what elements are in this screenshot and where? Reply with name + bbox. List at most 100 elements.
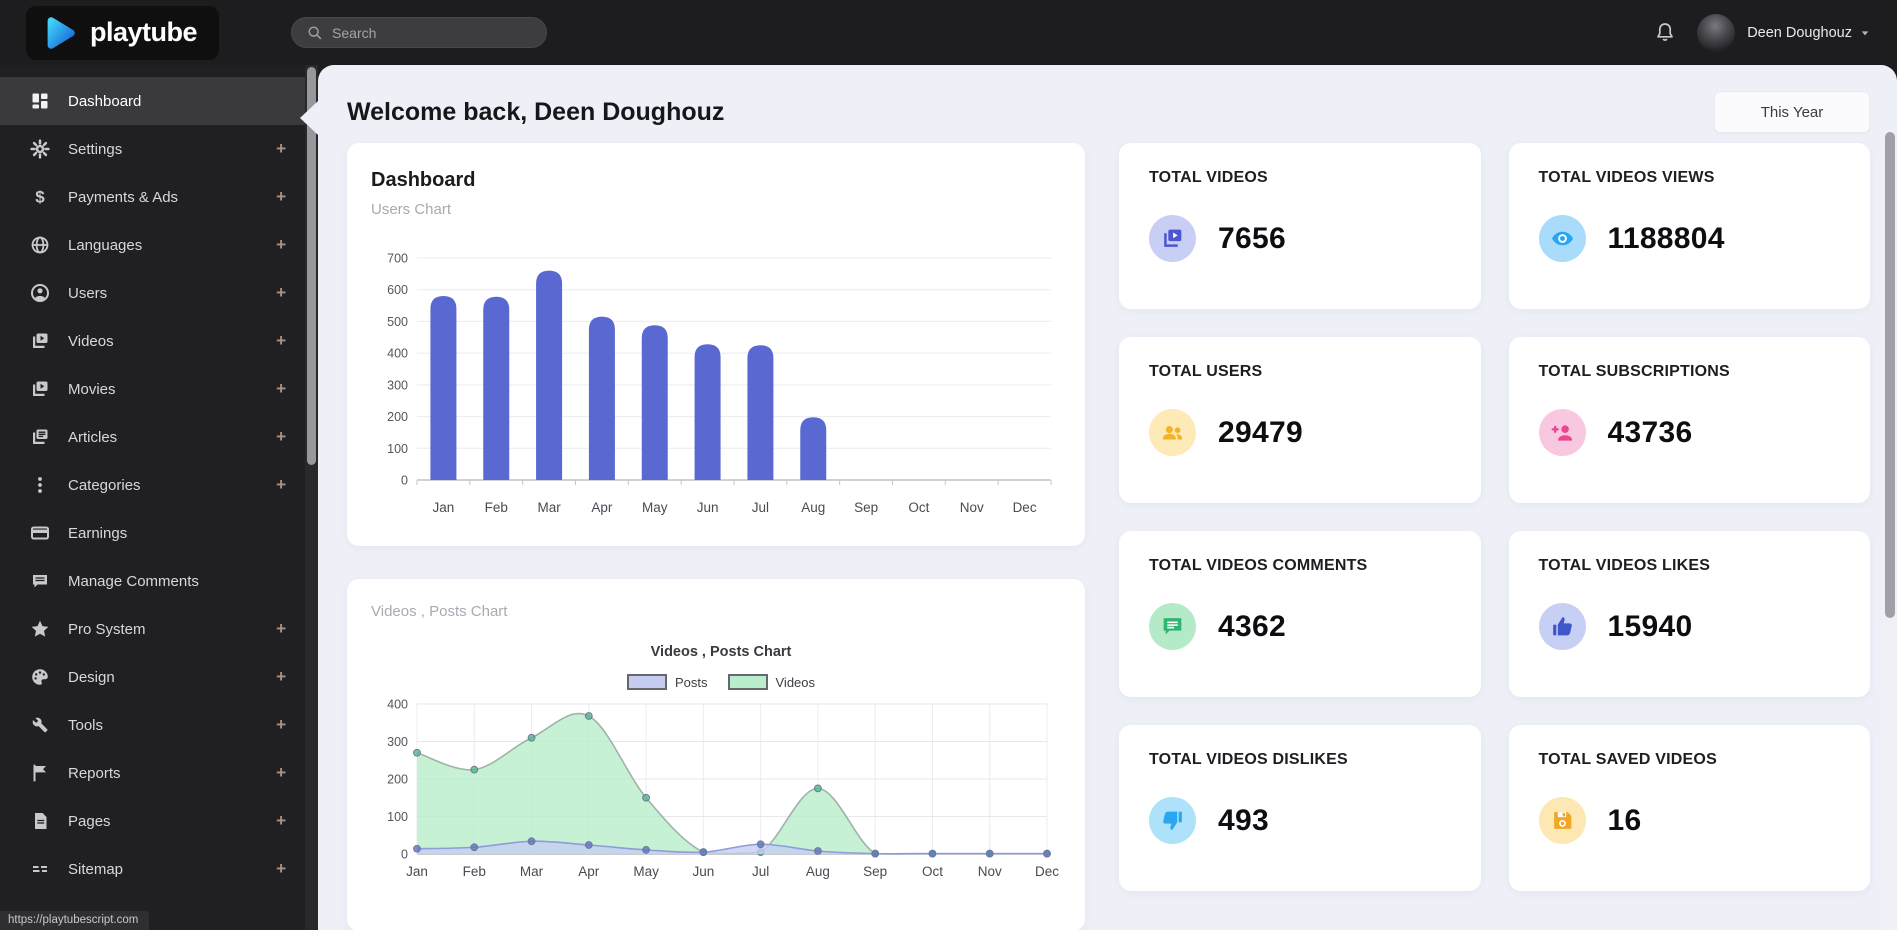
expand-plus-icon[interactable]: + xyxy=(276,619,286,639)
user-name[interactable]: Deen Doughouz xyxy=(1747,25,1852,41)
globe-icon xyxy=(30,235,50,255)
svg-text:0: 0 xyxy=(401,848,408,862)
stat-card-total-videos: TOTAL VIDEOS 7656 xyxy=(1119,143,1481,309)
stat-label: TOTAL VIDEOS xyxy=(1149,169,1268,186)
chevron-down-icon[interactable] xyxy=(1859,27,1871,39)
notifications-bell-icon[interactable] xyxy=(1653,21,1677,45)
sidebar-item-tools[interactable]: Tools + xyxy=(0,701,318,749)
stat-value: 4362 xyxy=(1218,609,1286,643)
svg-text:Feb: Feb xyxy=(485,500,508,515)
svg-text:300: 300 xyxy=(387,735,408,749)
video-stat-icon xyxy=(1149,215,1196,262)
svg-text:Feb: Feb xyxy=(463,864,486,879)
users-bar-chart: 0 100 200 300 400 500 600 700 Jan Feb Mar Apr May Jun… xyxy=(371,242,1071,528)
sidebar-item-categories[interactable]: Categories + xyxy=(0,461,318,509)
sidebar-scrollbar[interactable] xyxy=(305,65,318,930)
sidebar-item-payments-ads[interactable]: $ Payments & Ads + xyxy=(0,173,318,221)
legend-item-posts[interactable]: Posts xyxy=(626,674,708,690)
thumb-up-icon xyxy=(1538,603,1586,650)
sidebar-item-manage-comments[interactable]: Manage Comments xyxy=(0,557,318,605)
sitemap-icon xyxy=(30,859,50,879)
play-logo-icon xyxy=(38,12,80,54)
stat-label: TOTAL VIDEOS COMMENTS xyxy=(1149,557,1368,574)
users-group-icon xyxy=(1149,409,1196,456)
expand-plus-icon[interactable]: + xyxy=(276,139,286,159)
expand-plus-icon[interactable]: + xyxy=(276,715,286,735)
svg-text:Aug: Aug xyxy=(801,500,825,515)
chart-title: Videos , Posts Chart xyxy=(650,644,792,660)
svg-text:200: 200 xyxy=(387,410,408,424)
sidebar-item-articles[interactable]: Articles + xyxy=(0,413,318,461)
svg-text:May: May xyxy=(642,500,668,515)
card-subtitle: Videos , Posts Chart xyxy=(371,603,508,620)
svg-text:Apr: Apr xyxy=(578,864,600,879)
sidebar-item-languages[interactable]: Languages + xyxy=(0,221,318,269)
sidebar-item-label: Languages xyxy=(68,236,143,254)
expand-plus-icon[interactable]: + xyxy=(276,475,286,495)
sidebar-item-movies[interactable]: Movies + xyxy=(0,365,318,413)
sidebar-item-users[interactable]: Users + xyxy=(0,269,318,317)
legend-swatch xyxy=(626,674,667,690)
avatar[interactable] xyxy=(1697,13,1736,52)
eye-icon xyxy=(1538,215,1586,262)
sidebar-item-pages[interactable]: Pages + xyxy=(0,797,318,845)
svg-text:0: 0 xyxy=(401,474,408,488)
sidebar-item-sitemap[interactable]: Sitemap + xyxy=(0,845,318,893)
period-filter-button[interactable]: This Year xyxy=(1714,91,1870,133)
sidebar-item-label: Tools xyxy=(68,716,104,734)
expand-plus-icon[interactable]: + xyxy=(276,667,286,687)
sidebar-item-label: Settings xyxy=(68,140,123,158)
stat-label: TOTAL VIDEOS DISLIKES xyxy=(1149,751,1348,768)
sidebar-item-settings[interactable]: Settings + xyxy=(0,125,318,173)
sidebar-item-reports[interactable]: Reports + xyxy=(0,749,318,797)
expand-plus-icon[interactable]: + xyxy=(276,331,286,351)
main-scrollbar[interactable] xyxy=(1883,130,1897,930)
stat-value: 15940 xyxy=(1607,609,1693,643)
search-bar[interactable] xyxy=(291,17,548,48)
brand-logo[interactable]: playtube xyxy=(26,5,220,60)
svg-text:100: 100 xyxy=(387,442,408,456)
expand-plus-icon[interactable]: + xyxy=(276,187,286,207)
sidebar-item-videos[interactable]: Videos + xyxy=(0,317,318,365)
stat-label: TOTAL VIDEOS LIKES xyxy=(1538,557,1711,574)
star-icon xyxy=(30,619,50,639)
expand-plus-icon[interactable]: + xyxy=(276,379,286,399)
svg-text:Aug: Aug xyxy=(806,864,830,879)
main-scrollbar-thumb[interactable] xyxy=(1885,132,1895,618)
videos-posts-area-chart: 0 100 200 300 400 Jan Feb Mar Apr May Jun Jul Aug Sep… xyxy=(371,696,1071,888)
stat-value: 1188804 xyxy=(1607,221,1725,255)
thumb-down-icon xyxy=(1149,797,1196,844)
stat-card-total-videos-dislikes: TOTAL VIDEOS DISLIKES 493 xyxy=(1119,725,1481,891)
person-add-icon xyxy=(1538,409,1586,456)
svg-text:Jul: Jul xyxy=(752,864,769,879)
expand-plus-icon[interactable]: + xyxy=(276,283,286,303)
sidebar-item-design[interactable]: Design + xyxy=(0,653,318,701)
expand-plus-icon[interactable]: + xyxy=(276,427,286,447)
users-chart-card: Dashboard Users Chart 0 100 200 300 400 500 60… xyxy=(347,143,1085,546)
expand-plus-icon[interactable]: + xyxy=(276,763,286,783)
expand-plus-icon[interactable]: + xyxy=(276,859,286,879)
topbar: playtube Deen Doughouz xyxy=(0,0,1897,65)
sidebar-item-pro-system[interactable]: Pro System + xyxy=(0,605,318,653)
svg-text:Dec: Dec xyxy=(1013,500,1037,515)
sidebar-item-label: Users xyxy=(68,284,108,302)
svg-text:Jun: Jun xyxy=(697,500,719,515)
sidebar-item-label: Movies xyxy=(68,380,116,398)
svg-text:400: 400 xyxy=(387,347,408,361)
expand-plus-icon[interactable]: + xyxy=(276,811,286,831)
stat-value: 7656 xyxy=(1218,221,1286,255)
card-icon xyxy=(30,523,50,543)
stat-value: 43736 xyxy=(1607,415,1693,449)
sidebar-item-label: Videos xyxy=(68,332,114,350)
sidebar-item-earnings[interactable]: Earnings xyxy=(0,509,318,557)
expand-plus-icon[interactable]: + xyxy=(276,235,286,255)
active-item-notch xyxy=(300,101,318,135)
sidebar-item-label: Categories xyxy=(68,476,141,494)
sidebar-item-dashboard[interactable]: Dashboard xyxy=(0,77,318,125)
gear-icon xyxy=(30,139,50,159)
legend-label: Videos xyxy=(775,674,816,690)
svg-text:Dec: Dec xyxy=(1035,864,1059,879)
search-input[interactable] xyxy=(332,24,533,41)
welcome-heading: Welcome back, Deen Doughouz xyxy=(347,97,725,126)
legend-item-videos[interactable]: Videos xyxy=(727,674,816,690)
